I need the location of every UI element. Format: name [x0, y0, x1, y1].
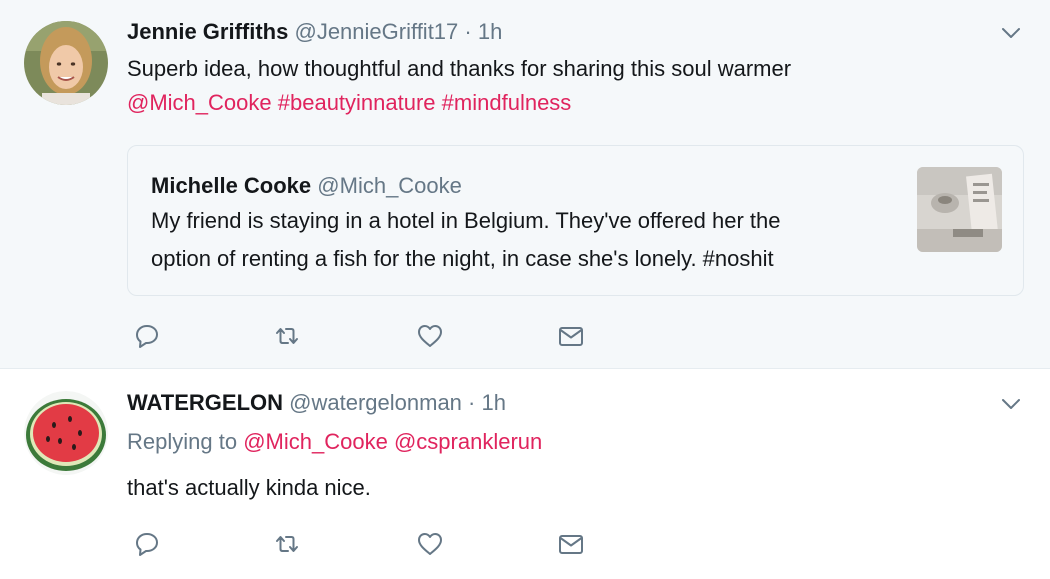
quoted-tweet[interactable]: Michelle Cooke @Mich_Cooke My friend is …: [127, 145, 1024, 296]
retweet-icon[interactable]: [273, 530, 301, 558]
envelope-icon[interactable]: [557, 322, 585, 350]
mention-link[interactable]: @Mich_Cooke: [243, 429, 388, 454]
quoted-tweet-header: Michelle Cooke @Mich_Cooke: [151, 173, 462, 199]
chevron-down-icon[interactable]: [1000, 22, 1022, 44]
heart-icon[interactable]: [416, 322, 444, 350]
tweet-header: WATERGELON @watergelonman · 1h: [127, 390, 506, 416]
tweet-text: Superb idea, how thoughtful and thanks f…: [127, 52, 791, 120]
user-handle[interactable]: @JennieGriffit17: [294, 19, 458, 44]
hashtag-link[interactable]: #beautyinnature: [278, 90, 436, 115]
retweet-icon[interactable]: [273, 322, 301, 350]
tweet-watergelon[interactable]: WATERGELON @watergelonman · 1h Replying …: [0, 369, 1050, 579]
display-name[interactable]: Jennie Griffiths: [127, 19, 288, 44]
avatar[interactable]: [24, 391, 108, 475]
separator-dot: ·: [468, 390, 476, 415]
tweet-actions: [133, 322, 593, 348]
avatar-image: [24, 21, 108, 105]
tweet-text-links: @Mich_Cooke #beautyinnature #mindfulness: [127, 86, 791, 120]
timestamp[interactable]: 1h: [482, 390, 506, 415]
avatar[interactable]: [24, 21, 108, 105]
quoted-display-name: Michelle Cooke: [151, 173, 312, 198]
user-handle[interactable]: @watergelonman: [289, 390, 462, 415]
quoted-text-line: option of renting a fish for the night, …: [151, 246, 774, 271]
mention-link[interactable]: @Mich_Cooke: [127, 90, 272, 115]
heart-icon[interactable]: [416, 530, 444, 558]
tweet-text: that's actually kinda nice.: [127, 475, 371, 500]
display-name[interactable]: WATERGELON: [127, 390, 283, 415]
replying-to: Replying to @Mich_Cooke @cspranklerun: [127, 425, 542, 459]
separator-dot: ·: [464, 19, 472, 44]
tweet-text-line: Superb idea, how thoughtful and thanks f…: [127, 56, 792, 81]
thumbnail-image: [917, 167, 1002, 252]
replying-to-label: Replying to: [127, 429, 238, 454]
tweet-jennie-griffiths[interactable]: Jennie Griffiths @JennieGriffit17 · 1h S…: [0, 0, 1050, 369]
mention-link[interactable]: @cspranklerun: [394, 429, 542, 454]
tweet-actions: [133, 530, 593, 556]
reply-icon[interactable]: [133, 530, 161, 558]
hashtag-link[interactable]: #mindfulness: [442, 90, 572, 115]
avatar-image: [24, 391, 108, 475]
quoted-text-line: My friend is staying in a hotel in Belgi…: [151, 208, 781, 233]
tweet-header: Jennie Griffiths @JennieGriffit17 · 1h: [127, 19, 502, 45]
quoted-tweet-text: My friend is staying in a hotel in Belgi…: [151, 202, 781, 278]
envelope-icon[interactable]: [557, 530, 585, 558]
quoted-user-handle: @Mich_Cooke: [317, 173, 462, 198]
reply-icon[interactable]: [133, 322, 161, 350]
timestamp[interactable]: 1h: [478, 19, 502, 44]
chevron-down-icon[interactable]: [1000, 393, 1022, 415]
quoted-media-thumbnail[interactable]: [917, 167, 1002, 252]
